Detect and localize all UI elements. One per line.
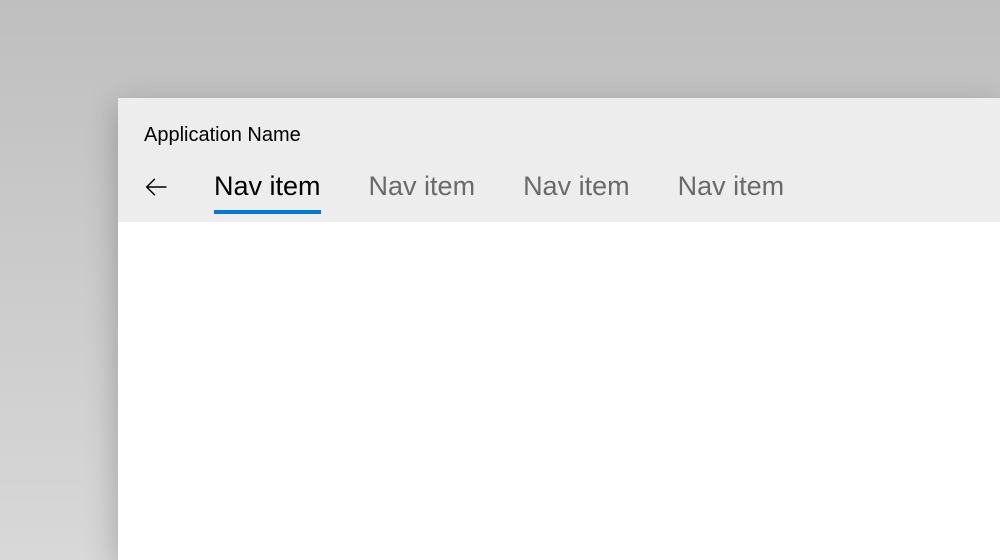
nav-item-2[interactable]: Nav item (369, 171, 476, 208)
app-title: Application Name (118, 124, 1000, 147)
nav-items: Nav item Nav item Nav item Nav item (214, 171, 784, 208)
nav-item-label: Nav item (523, 171, 630, 201)
header-region: Application Name Nav item Nav item (118, 98, 1000, 222)
nav-item-3[interactable]: Nav item (523, 171, 630, 208)
back-button[interactable] (138, 172, 174, 208)
nav-item-4[interactable]: Nav item (678, 171, 785, 208)
nav-item-label: Nav item (214, 171, 321, 201)
nav-item-1[interactable]: Nav item (214, 171, 321, 208)
nav-row: Nav item Nav item Nav item Nav item (118, 171, 1000, 222)
content-area (118, 222, 1000, 560)
nav-item-label: Nav item (678, 171, 785, 201)
nav-item-label: Nav item (369, 171, 476, 201)
back-arrow-icon (142, 173, 170, 206)
app-window: Application Name Nav item Nav item (118, 98, 1000, 560)
